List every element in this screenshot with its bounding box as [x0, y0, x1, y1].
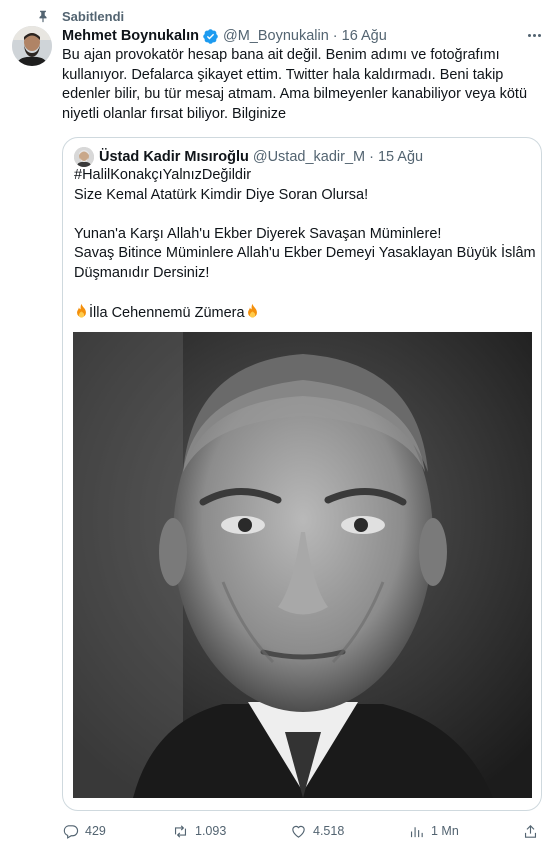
- reply-count: 429: [85, 824, 106, 838]
- quote-line: Yunan'a Karşı Allah'u Ekber Diyerek Sava…: [74, 225, 442, 242]
- reply-button[interactable]: 429: [62, 823, 106, 840]
- pinned-label: Sabitlendi: [62, 8, 125, 24]
- hashtag-link[interactable]: #HalilKonakçıYalnızDeğildir: [74, 166, 534, 186]
- quoted-tweet-text: #HalilKonakçıYalnızDeğildir Size Kemal A…: [74, 166, 536, 324]
- reply-icon: [63, 824, 79, 839]
- retweet-icon: [174, 824, 187, 838]
- share-button[interactable]: [522, 823, 539, 840]
- quoted-author-avatar: [74, 147, 94, 167]
- author-handle[interactable]: @M_Boynukalin: [223, 28, 329, 44]
- quoted-tweet-date: 15 Ağu: [377, 149, 424, 165]
- tweet-text: Bu ajan provokatör hesap bana ait değil.…: [62, 47, 528, 122]
- like-count: 4.518: [313, 824, 345, 838]
- views-count: 1 Mn: [431, 824, 459, 838]
- quote-line: Size Kemal Atatürk Kimdir Diye Soran Olu…: [74, 186, 369, 203]
- retweet-button[interactable]: 1.093: [172, 823, 226, 840]
- quote-line-text: İlla Cehennemü Zümera: [89, 305, 245, 322]
- quote-line: Savaş Bitince Müminlere Allah'u Ekber De…: [74, 245, 536, 262]
- quote-line: Düşmanıdır Dersiniz!: [74, 264, 210, 281]
- author-name[interactable]: Mehmet Boynukalın: [62, 28, 199, 44]
- more-options-icon[interactable]: [525, 28, 543, 42]
- views-icon: [410, 826, 423, 837]
- quoted-tweet-header: Üstad Kadir Mısıroğlu @Ustad_kadir_M · 1…: [74, 147, 423, 167]
- views-button[interactable]: 1 Mn: [408, 823, 459, 840]
- tweet-date[interactable]: 16 Ağu: [342, 28, 387, 44]
- separator-dot: ·: [369, 149, 374, 165]
- fire-emoji-icon: [247, 304, 257, 318]
- heart-icon: [292, 825, 305, 838]
- author-avatar[interactable]: [12, 26, 52, 66]
- quote-line-fire: İlla Cehennemü Zümera: [74, 303, 534, 324]
- quoted-author-handle: @Ustad_kadir_M: [252, 149, 366, 165]
- retweet-count: 1.093: [195, 824, 227, 838]
- pin-icon: [39, 10, 47, 23]
- separator-dot: ·: [332, 28, 338, 44]
- quoted-tweet[interactable]: Üstad Kadir Mısıroğlu @Ustad_kadir_M · 1…: [62, 137, 542, 811]
- verified-badge-icon: [202, 28, 219, 45]
- quoted-author-name: Üstad Kadir Mısıroğlu: [99, 149, 249, 165]
- action-bar: 429 1.093 4.518 1 Mn: [62, 820, 542, 842]
- tweet-header: Mehmet Boynukalın @M_Boynukalin · 16 Ağu: [62, 26, 543, 46]
- share-icon: [524, 824, 537, 838]
- quoted-tweet-photo[interactable]: [73, 332, 532, 798]
- fire-emoji-icon: [77, 304, 86, 318]
- like-button[interactable]: 4.518: [290, 823, 344, 840]
- pinned-indicator: Sabitlendi: [36, 7, 124, 25]
